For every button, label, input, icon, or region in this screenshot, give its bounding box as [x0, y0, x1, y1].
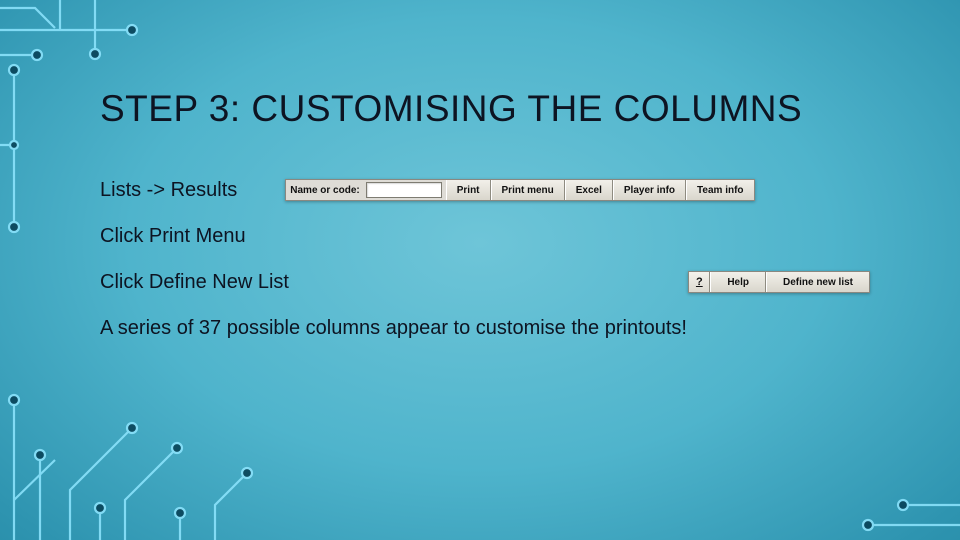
bullet-click-print-menu: Click Print Menu — [100, 225, 246, 248]
help-button[interactable]: Help — [710, 272, 766, 292]
row-define-new-list: Click Define New List ? Help Define new … — [100, 270, 930, 294]
bullet-lists-results: Lists -> Results — [100, 179, 237, 202]
slide-title: STEP 3: CUSTOMISING THE COLUMNS — [100, 88, 930, 130]
team-info-button[interactable]: Team info — [686, 180, 753, 200]
help-toolbar: ? Help Define new list — [688, 271, 870, 293]
content-area: STEP 3: CUSTOMISING THE COLUMNS Lists ->… — [100, 88, 930, 362]
row-summary: A series of 37 possible columns appear t… — [100, 316, 930, 340]
slide: STEP 3: CUSTOMISING THE COLUMNS Lists ->… — [0, 0, 960, 540]
name-or-code-input[interactable] — [366, 182, 442, 198]
define-new-list-button[interactable]: Define new list — [766, 272, 869, 292]
bullet-summary: A series of 37 possible columns appear t… — [100, 317, 687, 340]
help-icon[interactable]: ? — [689, 272, 710, 292]
print-menu-button[interactable]: Print menu — [491, 180, 565, 200]
name-or-code-label: Name or code: — [286, 180, 365, 200]
bullet-click-define: Click Define New List — [100, 271, 289, 294]
row-lists-results: Lists -> Results Name or code: Print Pri… — [100, 178, 930, 202]
print-button[interactable]: Print — [446, 180, 491, 200]
results-toolbar: Name or code: Print Print menu Excel Pla… — [285, 179, 754, 201]
player-info-button[interactable]: Player info — [613, 180, 686, 200]
excel-button[interactable]: Excel — [565, 180, 613, 200]
row-print-menu: Click Print Menu — [100, 224, 930, 248]
